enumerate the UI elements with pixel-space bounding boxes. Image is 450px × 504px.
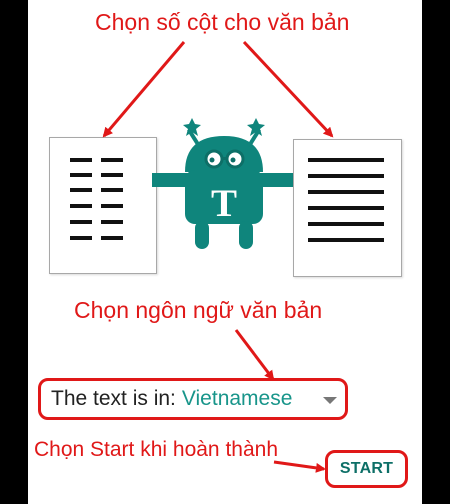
left-column-line: [70, 188, 92, 192]
single-column-document-graphic: [308, 158, 384, 242]
robot-right-leg: [239, 221, 253, 249]
language-value[interactable]: Vietnamese: [182, 387, 293, 411]
left-column-line: [70, 220, 92, 224]
robot-letter: T: [211, 182, 237, 225]
start-button[interactable]: START: [325, 450, 408, 488]
right-eye: [230, 157, 236, 163]
text-line: [308, 238, 384, 242]
language-selector[interactable]: The text is in: Vietnamese: [38, 378, 348, 420]
right-column-line: [101, 204, 123, 208]
left-column-line: [70, 173, 92, 177]
text-line: [308, 174, 384, 178]
dropdown-arrow-icon[interactable]: [323, 397, 337, 404]
start-annotation: Chọn Start khi hoàn thành: [34, 438, 279, 461]
text-line: [308, 222, 384, 226]
left-column-line: [70, 236, 92, 240]
right-black-border: [422, 0, 450, 504]
android-robot-icon: T: [152, 118, 297, 250]
single-column-document-icon[interactable]: [293, 139, 402, 277]
robot-left-leg: [195, 221, 209, 249]
left-column-line: [70, 204, 92, 208]
text-line: [308, 206, 384, 210]
right-column-line: [101, 236, 123, 240]
robot-graphic: T: [152, 118, 297, 249]
language-annotation: Chọn ngôn ngữ văn bản: [74, 297, 323, 323]
text-line: [308, 158, 384, 162]
left-column-line: [70, 158, 92, 162]
text-line: [308, 190, 384, 194]
left-eye: [209, 157, 215, 163]
columns-annotation: Chọn số cột cho văn bản: [95, 9, 350, 35]
multi-column-document-graphic: [70, 158, 123, 240]
app-screen: Chọn số cột cho văn bản T Chọn ngôn ngữ …: [28, 0, 422, 504]
multi-column-document-icon[interactable]: [49, 137, 157, 274]
left-black-border: [0, 0, 28, 504]
right-column-line: [101, 220, 123, 224]
language-label: The text is in:: [51, 387, 176, 410]
glasses-bridge: [222, 157, 227, 160]
right-column-line: [101, 173, 123, 177]
right-column-line: [101, 158, 123, 162]
right-column-line: [101, 188, 123, 192]
